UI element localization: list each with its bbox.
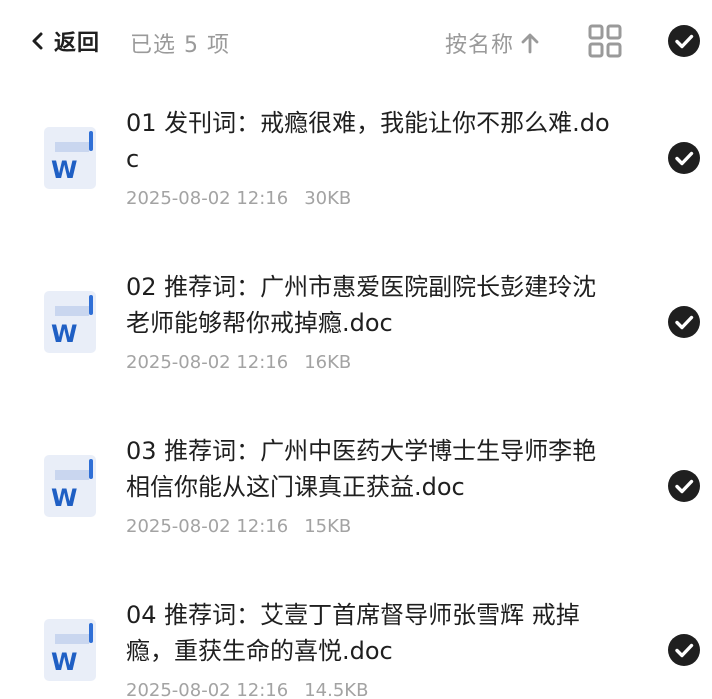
file-check-icon[interactable] [667,141,701,175]
select-all-check-icon[interactable] [667,24,701,58]
file-date: 2025-08-02 12:16 [126,352,289,373]
word-doc-icon [42,125,98,191]
sort-by-name-button[interactable]: 按名称 [445,27,540,59]
word-doc-icon [42,617,98,683]
file-list-item[interactable]: 02 推荐词：广州市惠爱医院副院长彭建玲沈老师能够帮你戒掉瘾.doc 2025-… [0,259,712,419]
file-list-item[interactable]: 03 推荐词：广州中医药大学博士生导师李艳 相信你能从这门课真正获益.doc 2… [0,423,712,583]
file-date: 2025-08-02 12:16 [126,680,289,699]
back-label: 返回 [54,31,101,56]
top-toolbar: 返回 已选 5 项 按名称 [0,0,712,82]
file-meta: 2025-08-02 12:16 15KB [126,516,351,537]
grid-view-icon[interactable] [588,24,622,58]
file-list-item[interactable]: 01 发刊词：戒瘾很难，我能让你不那么难.doc 2025-08-02 12:1… [0,95,712,255]
file-date: 2025-08-02 12:16 [126,516,289,537]
file-size: 30KB [304,188,352,209]
file-name: 04 推荐词：艾壹丁首席督导师张雪辉 戒掉瘾，重获生命的喜悦.doc [126,601,580,665]
file-size: 14.5KB [304,680,369,699]
file-check-icon[interactable] [667,305,701,339]
back-button[interactable]: 返回 [28,24,100,58]
selected-count: 已选 5 项 [130,33,230,58]
file-meta: 2025-08-02 12:16 30KB [126,188,351,209]
file-name: 02 推荐词：广州市惠爱医院副院长彭建玲沈老师能够帮你戒掉瘾.doc [126,273,597,337]
file-name: 03 推荐词：广州中医药大学博士生导师李艳 相信你能从这门课真正获益.doc [126,437,597,501]
file-meta: 2025-08-02 12:16 14.5KB [126,680,368,699]
sort-label: 按名称 [445,33,515,58]
file-name: 01 发刊词：戒瘾很难，我能让你不那么难.doc [126,109,610,173]
file-check-icon[interactable] [667,469,701,503]
file-list-item[interactable]: 04 推荐词：艾壹丁首席督导师张雪辉 戒掉瘾，重获生命的喜悦.doc 2025-… [0,587,712,699]
file-meta: 2025-08-02 12:16 16KB [126,352,351,373]
file-size: 16KB [304,352,352,373]
chevron-left-icon [32,32,43,50]
file-date: 2025-08-02 12:16 [126,188,289,209]
word-doc-icon [42,453,98,519]
arrow-up-icon [521,33,539,54]
file-check-icon[interactable] [667,633,701,667]
word-doc-icon [42,289,98,355]
file-size: 15KB [304,516,352,537]
